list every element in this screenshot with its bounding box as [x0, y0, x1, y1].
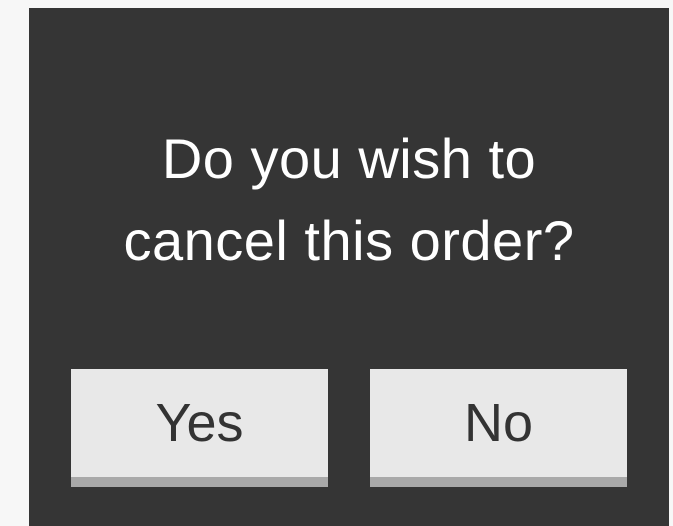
- cancel-order-dialog: Do you wish to cancel this order? Yes No: [29, 8, 669, 526]
- dialog-message-line-1: Do you wish to: [161, 127, 537, 190]
- yes-button[interactable]: Yes: [71, 369, 328, 487]
- no-button[interactable]: No: [370, 369, 627, 487]
- dialog-message-line-2: cancel this order?: [123, 209, 575, 272]
- dialog-message: Do you wish to cancel this order?: [29, 118, 669, 282]
